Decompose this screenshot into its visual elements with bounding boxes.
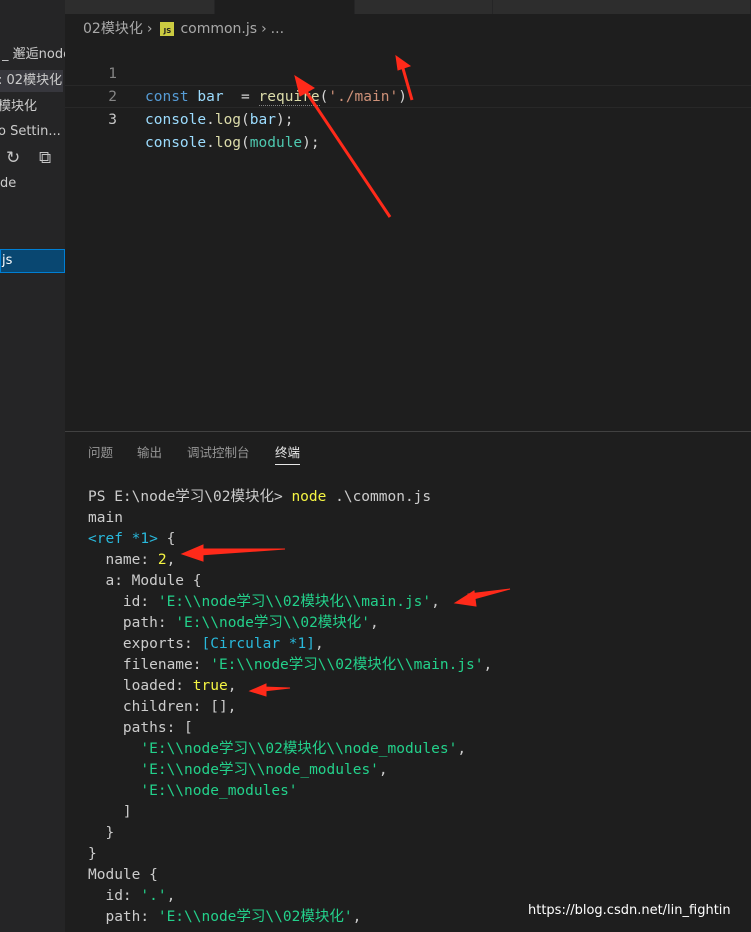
terminal-line: ] xyxy=(88,804,132,820)
breadcrumb-folder[interactable]: 02模块化 xyxy=(83,18,143,40)
terminal-line: filename: 'E:\\node学习\\02模块化\\main.js', xyxy=(88,657,493,673)
explorer-item-folder[interactable]: : 02模块化 xyxy=(0,70,63,92)
terminal-line: children: [], xyxy=(88,699,237,715)
terminal-prompt: PS E:\node学习\02模块化> xyxy=(88,489,292,505)
explorer-sidebar: _ 邂逅node : 02模块化 模块化 o Settin... ↻ ⧉ de … xyxy=(0,0,65,932)
terminal-line: <ref *1> { xyxy=(88,531,176,547)
tab-debug-console[interactable]: 调试控制台 xyxy=(187,444,250,462)
terminal-line: path: 'E:\\node学习\\02模块化', xyxy=(88,909,362,925)
terminal-line: main xyxy=(88,510,123,526)
explorer-item-settings[interactable]: o Settin... xyxy=(0,121,63,143)
breadcrumb-file[interactable]: common.js xyxy=(180,18,257,40)
explorer-item-label: de xyxy=(0,176,17,191)
terminal-command: node xyxy=(291,489,327,505)
code-line[interactable]: 2 console.log(bar); xyxy=(65,63,751,128)
terminal-line: path: 'E:\\node学习\\02模块化', xyxy=(88,615,379,631)
explorer-item-subfolder[interactable]: 模块化 xyxy=(0,96,63,118)
terminal-line: loaded: true, xyxy=(88,678,237,694)
token-function: log xyxy=(214,112,242,128)
token-variable: module xyxy=(249,135,303,151)
editor-tab-strip xyxy=(65,0,751,14)
token-paren: ); xyxy=(302,135,320,151)
terminal-prompt-line: PS E:\node学习\02模块化> node .\common.js xyxy=(88,487,431,508)
tab-output[interactable]: 输出 xyxy=(137,444,162,462)
editor-tab-active[interactable] xyxy=(215,0,355,14)
terminal-line: id: '.', xyxy=(88,888,176,904)
terminal-line: 'E:\\node_modules' xyxy=(140,783,298,799)
token-variable: console xyxy=(145,112,207,128)
token-operator: . xyxy=(206,135,215,151)
terminal-line: 'E:\\node学习\\node_modules', xyxy=(140,762,388,778)
explorer-item-label: 模块化 xyxy=(0,99,38,114)
explorer-item-label: 02模块化 xyxy=(6,73,63,88)
explorer-item-label: js xyxy=(2,253,13,268)
code-text: console.log(bar); xyxy=(145,109,293,132)
token-operator: . xyxy=(206,112,215,128)
editor-tab[interactable] xyxy=(355,0,493,14)
terminal-line: a: Module { xyxy=(88,573,202,589)
code-editor[interactable]: 02模块化 › JS common.js ›... 1 const bar = requ… xyxy=(65,0,751,431)
refresh-icon[interactable]: ↻ xyxy=(6,148,20,168)
collapse-all-icon[interactable]: ⧉ xyxy=(39,148,51,168)
watermark: https://blog.csdn.net/lin_fightin xyxy=(528,903,731,918)
tab-terminal[interactable]: 终端 xyxy=(275,444,301,465)
code-text: console.log(module); xyxy=(145,132,320,155)
line-number: 3 xyxy=(108,112,117,128)
chevron-right-icon: › xyxy=(146,21,153,37)
breadcrumb: 02模块化 › JS common.js ›... xyxy=(83,18,284,40)
token-function: log xyxy=(214,135,242,151)
terminal-command-args: .\common.js xyxy=(326,489,432,505)
token-paren: ( xyxy=(241,135,250,151)
editor-tab[interactable] xyxy=(65,0,215,14)
breadcrumb-more[interactable]: ... xyxy=(271,18,284,40)
terminal-line: } xyxy=(88,846,97,862)
terminal-line: } xyxy=(88,825,115,841)
editor-tab[interactable] xyxy=(493,0,751,14)
explorer-item-selected-file[interactable]: js xyxy=(0,249,65,273)
terminal-line: name: 2, xyxy=(88,552,176,568)
explorer-item-node[interactable]: de xyxy=(0,173,65,195)
tab-problems[interactable]: 问题 xyxy=(88,444,113,462)
terminal-line: paths: [ xyxy=(88,720,193,736)
terminal-line: id: 'E:\\node学习\\02模块化\\main.js', xyxy=(88,594,440,610)
terminal-line: 'E:\\node学习\\02模块化\\node_modules', xyxy=(140,741,467,757)
bottom-panel: 问题 输出 调试控制台 终端 PS E:\node学习\02模块化> node … xyxy=(65,431,751,932)
explorer-item-label: o Settin... xyxy=(0,124,61,139)
chevron-right-icon: › xyxy=(261,21,267,37)
token-paren: ( xyxy=(241,112,250,128)
token-paren: ); xyxy=(275,112,294,128)
token-variable: bar xyxy=(249,112,276,128)
terminal-line: exports: [Circular *1], xyxy=(88,636,324,652)
explorer-item-label: _ 邂逅node xyxy=(2,47,65,62)
code-line[interactable]: 1 const bar = require('./main') xyxy=(65,40,751,106)
terminal-line: Module { xyxy=(88,867,158,883)
js-file-icon: JS xyxy=(160,22,175,36)
explorer-item-prefix: : xyxy=(0,73,2,88)
explorer-item-root[interactable]: _ 邂逅node xyxy=(2,44,65,66)
token-variable: console xyxy=(145,135,207,151)
code-line-current[interactable]: 3 console.log(module); xyxy=(65,85,751,151)
